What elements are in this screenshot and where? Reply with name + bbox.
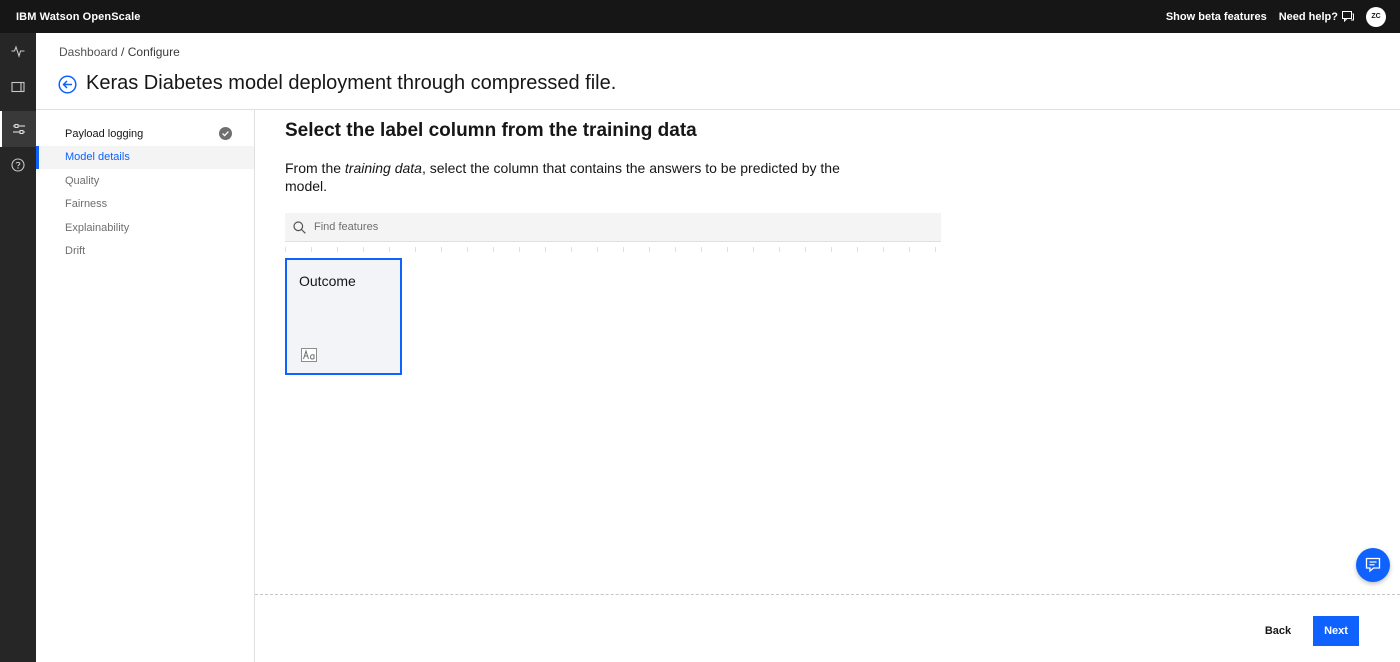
step-label: Model details	[65, 151, 130, 164]
string-type-icon	[301, 348, 317, 362]
chat-icon	[1342, 11, 1354, 22]
main-content: Select the label column from the trainin…	[255, 110, 1400, 594]
feature-tile-outcome[interactable]: Outcome	[285, 258, 402, 375]
rail-help-button[interactable]	[0, 147, 36, 183]
activity-icon	[11, 45, 25, 58]
step-drift[interactable]: Drift	[36, 240, 254, 264]
breadcrumb-separator: /	[117, 45, 128, 59]
top-header: IBM Watson OpenScale Show beta features …	[0, 0, 1400, 33]
breadcrumb: Dashboard / Configure	[59, 45, 180, 59]
chat-icon	[1365, 557, 1381, 573]
step-explainability[interactable]: Explainability	[36, 216, 254, 240]
header-actions: Show beta features Need help? ZC	[1166, 0, 1400, 33]
breadcrumb-current: Configure	[127, 45, 180, 59]
section-title: Select the label column from the trainin…	[285, 120, 697, 141]
configure-steps-nav: Payload logging Model details Quality Fa…	[36, 110, 255, 662]
user-avatar[interactable]: ZC	[1366, 6, 1386, 27]
description-emphasis: training data	[344, 160, 422, 176]
rail-model-button[interactable]	[0, 69, 36, 105]
step-payload-logging[interactable]: Payload logging	[36, 122, 254, 146]
search-icon	[293, 220, 306, 234]
step-label: Fairness	[65, 198, 108, 211]
step-quality[interactable]: Quality	[36, 169, 254, 193]
step-label: Explainability	[65, 221, 130, 234]
back-arrow-icon[interactable]	[58, 75, 77, 94]
checkmark-filled-icon	[219, 127, 232, 140]
section-description: From the training data, select the colum…	[285, 159, 865, 195]
page-title: Keras Diabetes model deployment through …	[86, 72, 617, 94]
tile-label: Outcome	[299, 273, 356, 289]
model-icon	[11, 81, 25, 93]
next-button[interactable]: Next	[1313, 616, 1359, 646]
show-beta-features-link[interactable]: Show beta features	[1166, 11, 1267, 23]
side-rail	[0, 33, 36, 662]
step-label: Quality	[65, 174, 100, 187]
footer-divider	[255, 594, 1400, 595]
step-model-details[interactable]: Model details	[36, 145, 254, 169]
feature-search	[285, 213, 941, 242]
help-icon	[11, 158, 25, 172]
page-header: Dashboard / Configure Keras Diabetes mod…	[36, 33, 1400, 110]
app-title[interactable]: IBM Watson OpenScale	[16, 11, 140, 23]
step-label: Payload logging	[65, 127, 144, 140]
rail-configure-button[interactable]	[0, 111, 36, 147]
find-features-input[interactable]	[314, 221, 914, 233]
rail-activity-button[interactable]	[0, 33, 36, 69]
chat-support-button[interactable]	[1356, 548, 1390, 582]
settings-adjust-icon	[13, 124, 25, 134]
divider-ticks	[285, 247, 941, 252]
need-help-button[interactable]: Need help?	[1279, 11, 1354, 23]
description-prefix: From the	[285, 160, 345, 176]
step-fairness[interactable]: Fairness	[36, 193, 254, 217]
step-label: Drift	[65, 245, 86, 258]
breadcrumb-dashboard-link[interactable]: Dashboard	[59, 45, 118, 59]
need-help-label: Need help?	[1278, 10, 1338, 23]
back-button[interactable]: Back	[1252, 616, 1304, 646]
